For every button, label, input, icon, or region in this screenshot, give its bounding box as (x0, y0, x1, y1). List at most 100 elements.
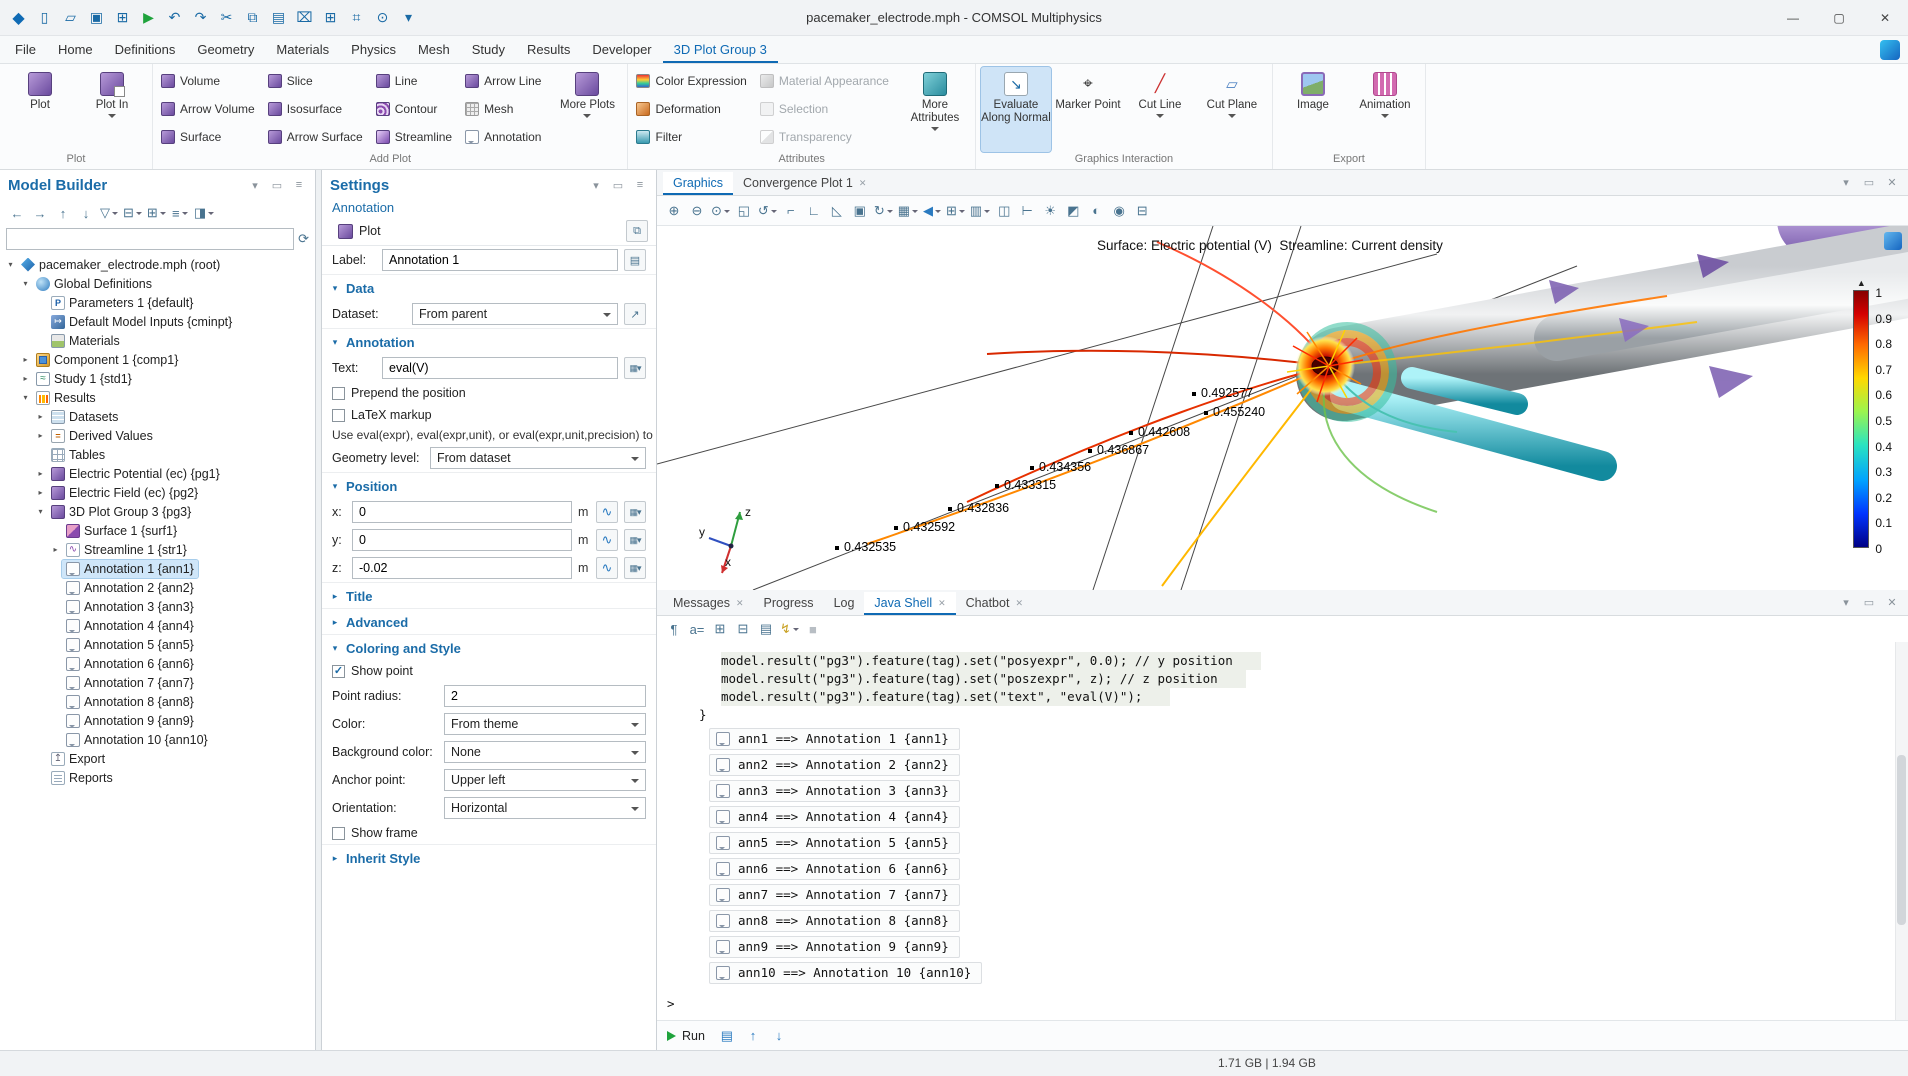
quick-access-button[interactable]: ⊞ (318, 5, 343, 31)
toolbar-button[interactable]: ▥ (968, 200, 992, 222)
toolbar-button[interactable]: ⊕ (663, 200, 685, 222)
position-input[interactable] (352, 501, 572, 523)
tree-item[interactable]: Annotation 10 {ann10} (0, 730, 315, 749)
ribbon-big-button[interactable]: Cut Plane (1197, 67, 1267, 152)
console-tab[interactable]: Chatbot (956, 592, 1033, 615)
close-tab-icon[interactable] (736, 598, 744, 609)
ribbon-item[interactable]: Surface (158, 124, 263, 150)
toolbar-button[interactable]: ⊟ (121, 202, 144, 224)
ribbon-item[interactable]: Selection (757, 96, 897, 122)
tree-item[interactable]: Annotation 9 {ann9} (0, 711, 315, 730)
ribbon-tab[interactable]: Materials (265, 37, 340, 63)
quick-access-button[interactable]: ⌧ (292, 5, 317, 31)
tree-filter-input[interactable] (6, 228, 294, 250)
tree-item[interactable]: ▸ Derived Values (0, 426, 315, 445)
toolbar-button[interactable]: ⊟ (1131, 200, 1153, 222)
tree-item[interactable]: Parameters 1 {default} (0, 293, 315, 312)
tree-item[interactable]: Annotation 1 {ann1} (0, 559, 315, 578)
ribbon-item[interactable]: Material Appearance (757, 68, 897, 94)
toolbar-button[interactable]: ← (6, 202, 28, 224)
quick-access-button[interactable]: ▱ (58, 5, 83, 31)
tree-expand-icon[interactable]: ▾ (19, 279, 32, 288)
tree-expand-icon[interactable]: ▾ (4, 260, 17, 269)
ribbon-big-button[interactable]: Cut Line (1125, 67, 1195, 152)
ribbon-tab[interactable]: Developer (581, 37, 662, 63)
dataset-select[interactable]: From parent (412, 303, 618, 325)
section-data[interactable]: ▾ Data (322, 275, 656, 300)
model-node-chip[interactable]: ann4 ==> Annotation 4 {ann4} (709, 806, 960, 828)
toolbar-button[interactable]: ■ (802, 618, 824, 640)
quick-access-button[interactable]: ↷ (188, 5, 213, 31)
rename-icon[interactable] (624, 249, 646, 271)
ribbon-item[interactable]: Arrow Volume (158, 96, 263, 122)
panel-header-icon[interactable]: ▭ (1861, 596, 1877, 609)
panel-header-icon[interactable]: ✕ (1884, 596, 1900, 609)
ribbon-item[interactable]: Arrow Line (462, 68, 549, 94)
toolbar-button[interactable]: ↯ (778, 618, 801, 640)
close-tab-icon[interactable] (938, 598, 946, 609)
view-tab[interactable]: Graphics (663, 172, 733, 195)
toolbar-button[interactable]: ▣ (849, 200, 871, 222)
tree-item[interactable]: Surface 1 {surf1} (0, 521, 315, 540)
close-button[interactable]: ✕ (1862, 0, 1908, 36)
tree-item[interactable]: Annotation 8 {ann8} (0, 692, 315, 711)
tree-item[interactable]: ▸ Study 1 {std1} (0, 369, 315, 388)
toolbar-button[interactable]: ⊞ (944, 200, 967, 222)
model-node-chip[interactable]: ann6 ==> Annotation 6 {ann6} (709, 858, 960, 880)
ribbon-tab[interactable]: 3D Plot Group 3 (663, 37, 778, 63)
quick-access-button[interactable]: ⊞ (110, 5, 135, 31)
section-advanced[interactable]: ▸ Advanced (322, 609, 656, 634)
tree-item[interactable]: Tables (0, 445, 315, 464)
tree-item[interactable]: Default Model Inputs {cminpt} (0, 312, 315, 331)
java-shell-output[interactable]: model.result("pg3").feature(tag).set("po… (657, 642, 1908, 1020)
tree-item[interactable]: Annotation 2 {ann2} (0, 578, 315, 597)
anchor-point-select[interactable]: Upper left (444, 769, 646, 791)
ribbon-big-button[interactable]: Evaluate Along Normal (981, 67, 1051, 152)
panel-header-icon[interactable]: ▾ (588, 179, 604, 192)
quick-access-button[interactable]: ◆ (6, 5, 31, 31)
ribbon-big-button[interactable]: More Plots (552, 67, 622, 152)
range-icon[interactable] (596, 501, 618, 523)
toolbar-button[interactable]: ↺ (756, 200, 779, 222)
tree-expand-icon[interactable]: ▸ (49, 545, 62, 554)
latex-markup-checkbox[interactable] (332, 409, 345, 422)
view-tab[interactable]: Convergence Plot 1 (733, 172, 876, 195)
quick-access-button[interactable]: ▾ (396, 5, 421, 31)
console-footer-button[interactable]: ▤ (717, 1026, 737, 1046)
model-node-chip[interactable]: ann5 ==> Annotation 5 {ann5} (709, 832, 960, 854)
tree-expand-icon[interactable]: ▾ (34, 507, 47, 516)
expression-icon[interactable] (624, 529, 646, 551)
ribbon-tab[interactable]: Results (516, 37, 581, 63)
ribbon-big-button[interactable]: Marker Point (1053, 67, 1123, 152)
tree-expand-icon[interactable]: ▸ (34, 488, 47, 497)
prepend-position-checkbox[interactable] (332, 387, 345, 400)
range-icon[interactable] (596, 557, 618, 579)
tree-item[interactable]: ▾ Global Definitions (0, 274, 315, 293)
tree-item[interactable]: ▸ Streamline 1 {str1} (0, 540, 315, 559)
orientation-select[interactable]: Horizontal (444, 797, 646, 819)
toolbar-button[interactable]: → (29, 202, 51, 224)
point-radius-input[interactable] (444, 685, 646, 707)
quick-access-button[interactable]: ▶ (136, 5, 161, 31)
ribbon-tab[interactable]: File (4, 37, 47, 63)
tree-expand-icon[interactable]: ▸ (19, 374, 32, 383)
ribbon-item[interactable]: Isosurface (265, 96, 371, 122)
toolbar-button[interactable]: ¶ (663, 618, 685, 640)
console-tab[interactable]: Progress (754, 592, 824, 615)
toolbar-button[interactable]: ◫ (993, 200, 1015, 222)
panel-header-icon[interactable]: ≡ (291, 179, 307, 192)
console-tab[interactable]: Messages (663, 592, 754, 615)
ribbon-big-button[interactable]: Plot In (77, 67, 147, 152)
ribbon-big-button[interactable]: More Attributes (900, 67, 970, 152)
quick-access-button[interactable]: ⌗ (344, 5, 369, 31)
shell-prompt[interactable]: > (667, 996, 1908, 1011)
assistant-icon[interactable] (1880, 40, 1900, 60)
panel-header-icon[interactable]: ▭ (610, 179, 626, 192)
plot-properties-icon[interactable] (1884, 232, 1902, 250)
color-select[interactable]: From theme (444, 713, 646, 735)
expression-icon[interactable] (624, 357, 646, 379)
toolbar-button[interactable]: ↓ (75, 202, 97, 224)
ribbon-item[interactable]: Line (373, 68, 460, 94)
tree-item[interactable]: Export (0, 749, 315, 768)
geometry-level-select[interactable]: From dataset (430, 447, 646, 469)
